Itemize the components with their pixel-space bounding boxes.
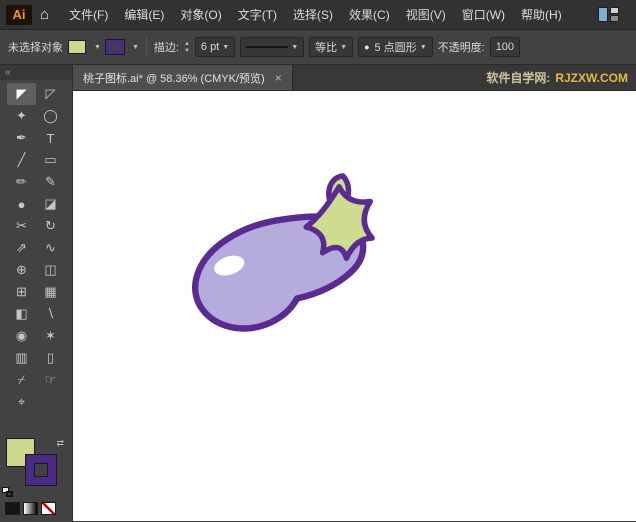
stepper-down-icon[interactable]: ▼ xyxy=(184,48,190,54)
swap-fill-stroke-icon[interactable]: ⇄ xyxy=(56,438,64,449)
menu-select[interactable]: 选择(S) xyxy=(285,2,341,27)
brush-definition-dropdown[interactable]: ● 5 点圆形 ▼ xyxy=(358,37,433,57)
scissors-tool[interactable]: ✂ xyxy=(7,215,36,237)
perspective-grid-tool[interactable]: ⊞ xyxy=(7,281,36,303)
tools-panel-header[interactable]: « xyxy=(0,65,72,80)
blend-tool[interactable]: ◉ xyxy=(7,325,36,347)
menu-view[interactable]: 视图(V) xyxy=(398,2,454,27)
stroke-weight-value: 6 pt xyxy=(200,41,220,53)
stroke-color-swatch[interactable] xyxy=(105,40,124,54)
stepper-up-icon[interactable]: ▲ xyxy=(184,41,190,47)
document-title: 桃子图标.ai* @ 58.36% (CMYK/预览) xyxy=(83,72,265,85)
stroke-weight-label: 描边: xyxy=(153,42,179,54)
type-tool[interactable]: T xyxy=(36,127,65,149)
menu-help[interactable]: 帮助(H) xyxy=(513,2,570,27)
slice-tool[interactable]: ⌿ xyxy=(7,369,36,391)
hand-tool[interactable]: ☞ xyxy=(36,369,65,391)
stroke-proxy-swatch[interactable] xyxy=(26,455,56,485)
workspace-switcher-icon[interactable] xyxy=(598,7,620,22)
stroke-weight-arrow-icon: ▼ xyxy=(222,43,230,51)
document-area: 桃子图标.ai* @ 58.36% (CMYK/预览) × 软件自学网: RJZ… xyxy=(73,65,636,521)
stroke-style-arrow-icon: ▼ xyxy=(291,43,299,51)
gradient-button[interactable] xyxy=(23,502,38,515)
watermark-url: RJZXW.COM xyxy=(555,70,628,85)
close-tab-icon[interactable]: × xyxy=(275,71,282,85)
direct-selection-tool[interactable]: ◸ xyxy=(36,83,65,105)
menu-window[interactable]: 窗口(W) xyxy=(454,2,513,27)
blob-brush-tool[interactable]: ● xyxy=(7,193,36,215)
magic-wand-tool[interactable]: ✦ xyxy=(7,105,36,127)
paintbrush-tool[interactable]: ✏ xyxy=(7,171,36,193)
watermark: 软件自学网: RJZXW.COM xyxy=(486,65,636,90)
lasso-tool[interactable]: ◯ xyxy=(36,105,65,127)
home-icon[interactable]: ⌂ xyxy=(40,6,49,23)
symbol-sprayer-tool[interactable]: ✶ xyxy=(36,325,65,347)
stroke-weight-stepper[interactable]: ▲ ▼ xyxy=(184,41,190,54)
width-tool[interactable]: ∿ xyxy=(36,237,65,259)
free-transform-tool[interactable]: ⊕ xyxy=(7,259,36,281)
tools-panel: « ◤ ◸ ✦ ◯ ✒ T ╱ ▭ ✏ ✎ ● ◪ ✂ ↻ ⇗ ∿ ⊕ ◫ ⊞ … xyxy=(0,65,73,521)
fill-stroke-control: ⇄ xyxy=(2,438,64,497)
width-profile-dropdown[interactable]: 等比 ▼ xyxy=(309,37,354,57)
brush-definition-value: 5 点圆形 xyxy=(374,42,417,54)
rectangle-tool[interactable]: ▭ xyxy=(36,149,65,171)
stroke-weight-dropdown[interactable]: 6 pt ▼ xyxy=(194,37,236,57)
eggplant-illustration[interactable] xyxy=(176,163,396,348)
menu-object[interactable]: 对象(O) xyxy=(172,2,229,27)
default-fill-stroke-icon[interactable] xyxy=(2,487,15,498)
document-tab-bar: 桃子图标.ai* @ 58.36% (CMYK/预览) × 软件自学网: RJZ… xyxy=(73,65,636,91)
none-button[interactable] xyxy=(41,502,56,515)
selection-status: 未选择对象 xyxy=(8,42,63,54)
fill-color-swatch[interactable] xyxy=(68,40,86,54)
shape-builder-tool[interactable]: ◫ xyxy=(36,259,65,281)
menu-effect[interactable]: 效果(C) xyxy=(341,2,398,27)
stroke-dropdown-arrow-icon[interactable]: ▼ xyxy=(132,44,139,51)
opacity-value: 100 xyxy=(495,41,515,53)
collapse-panel-icon[interactable]: « xyxy=(5,67,11,78)
stroke-style-dropdown[interactable]: ▼ xyxy=(240,37,305,57)
opacity-label: 不透明度: xyxy=(437,42,485,54)
column-graph-tool[interactable]: ▥ xyxy=(7,347,36,369)
width-profile-value: 等比 xyxy=(315,42,338,54)
rotate-tool[interactable]: ↻ xyxy=(36,215,65,237)
artboard-canvas[interactable] xyxy=(73,91,636,521)
eyedropper-tool[interactable]: ∖ xyxy=(36,303,65,325)
brush-arrow-icon: ▼ xyxy=(419,43,427,51)
stroke-style-preview xyxy=(246,46,289,48)
menu-edit[interactable]: 编辑(E) xyxy=(116,2,172,27)
menu-type[interactable]: 文字(T) xyxy=(230,2,285,27)
zoom-tool[interactable]: ⌖ xyxy=(7,391,36,413)
control-bar: 未选择对象 ▼ ▼ 描边: ▲ ▼ 6 pt ▼ ▼ 等比 ▼ ● 5 点圆形 … xyxy=(0,30,636,65)
mesh-tool[interactable]: ▦ xyxy=(36,281,65,303)
artboard-tool[interactable]: ▯ xyxy=(36,347,65,369)
brush-preview-icon: ● xyxy=(364,42,370,52)
opacity-field[interactable]: 100 xyxy=(489,37,521,57)
color-button[interactable] xyxy=(5,502,20,515)
gradient-tool[interactable]: ◧ xyxy=(7,303,36,325)
menu-bar: Ai ⌂ 文件(F) 编辑(E) 对象(O) 文字(T) 选择(S) 效果(C)… xyxy=(0,0,636,30)
document-tab[interactable]: 桃子图标.ai* @ 58.36% (CMYK/预览) × xyxy=(73,65,293,90)
menu-file[interactable]: 文件(F) xyxy=(61,2,116,27)
pencil-tool[interactable]: ✎ xyxy=(36,171,65,193)
pen-tool[interactable]: ✒ xyxy=(7,127,36,149)
eraser-tool[interactable]: ◪ xyxy=(36,193,65,215)
width-profile-arrow-icon: ▼ xyxy=(340,43,348,51)
illustrator-window: Ai ⌂ 文件(F) 编辑(E) 对象(O) 文字(T) 选择(S) 效果(C)… xyxy=(0,0,636,522)
fill-dropdown-arrow-icon[interactable]: ▼ xyxy=(94,44,101,51)
tools-grid: ◤ ◸ ✦ ◯ ✒ T ╱ ▭ ✏ ✎ ● ◪ ✂ ↻ ⇗ ∿ ⊕ ◫ ⊞ ▦ xyxy=(0,80,72,413)
selection-tool[interactable]: ◤ xyxy=(7,83,36,105)
line-segment-tool[interactable]: ╱ xyxy=(7,149,36,171)
watermark-site-label: 软件自学网: xyxy=(486,71,551,85)
illustrator-logo: Ai xyxy=(6,4,32,25)
scale-tool[interactable]: ⇗ xyxy=(7,237,36,259)
